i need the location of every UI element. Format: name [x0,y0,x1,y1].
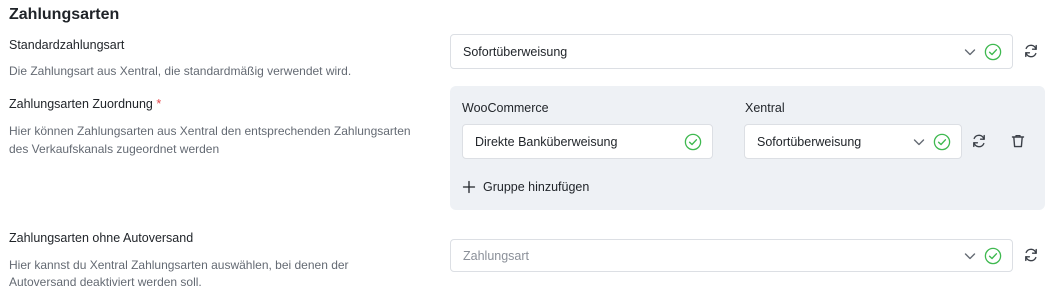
col-xentral-header: Xentral [745,101,785,115]
required-mark: * [156,97,162,111]
chevron-down-icon [962,44,978,60]
woocommerce-payment-value: Direkte Banküberweisung [475,134,618,149]
xentral-payment-select[interactable]: Sofortüberweisung [744,124,962,159]
default-payment-label: Standardzahlungsart [9,38,125,52]
refresh-icon[interactable] [969,131,989,151]
default-payment-select[interactable]: Sofortüberweisung [450,34,1013,69]
default-payment-value: Sofortüberweisung [463,44,568,59]
check-circle-icon [984,43,1002,61]
mapping-description-line2: des Verkaufskanals zugeordnet werden [9,142,220,156]
check-circle-icon [933,133,951,151]
no-autoversand-description-line1: Hier kannst du Xentral Zahlungsarten aus… [9,258,349,272]
refresh-icon[interactable] [1021,245,1041,265]
no-autoversand-description-line2: Autoversand deaktiviert werden soll. [9,275,202,289]
xentral-payment-value: Sofortüberweisung [757,134,862,149]
no-autoversand-label: Zahlungsarten ohne Autoversand [9,231,194,245]
refresh-icon[interactable] [1021,41,1041,61]
add-group-button[interactable]: Gruppe hinzufügen [462,180,589,194]
chevron-down-icon [962,248,978,264]
trash-icon[interactable] [1008,131,1028,151]
add-group-label: Gruppe hinzufügen [483,180,590,194]
col-woocommerce-header: WooCommerce [462,101,549,115]
no-autoversand-placeholder: Zahlungsart [463,248,530,263]
mapping-label: Zahlungsarten Zuordnung * [9,97,161,111]
mapping-description-line1: Hier können Zahlungsarten aus Xentral de… [9,124,411,138]
section-title: Zahlungsarten [9,6,120,23]
woocommerce-payment-select[interactable]: Direkte Banküberweisung [462,124,713,159]
check-circle-icon [684,133,702,151]
plus-icon [462,180,476,194]
no-autoversand-select[interactable]: Zahlungsart [450,239,1013,272]
default-payment-description: Die Zahlungsart aus Xentral, die standar… [9,64,352,78]
chevron-down-icon [911,134,927,150]
mapping-label-text: Zahlungsarten Zuordnung [9,97,153,111]
check-circle-icon [984,247,1002,265]
